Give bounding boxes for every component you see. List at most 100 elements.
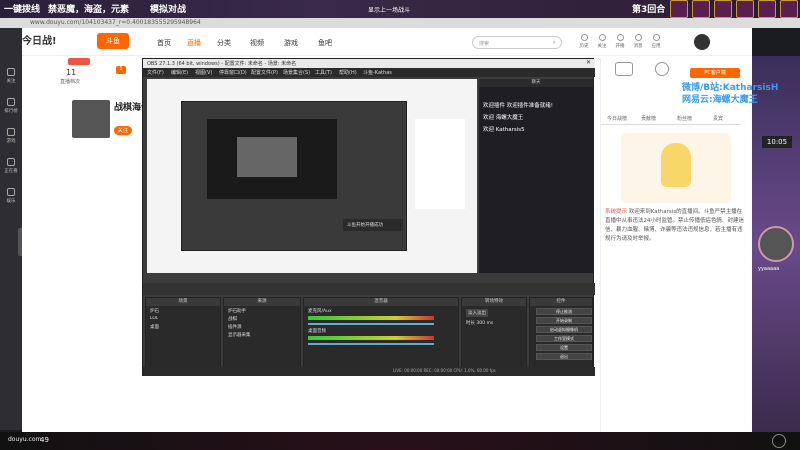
source-item[interactable]: 插件源 bbox=[228, 324, 242, 330]
room-rank: 直播档次 bbox=[60, 79, 81, 85]
menu-help[interactable]: 帮助(H) bbox=[339, 69, 357, 76]
sidebar-item-label: 娱乐 bbox=[6, 199, 16, 204]
close-icon[interactable]: ✕ bbox=[586, 59, 591, 66]
scene-item[interactable]: LOL bbox=[150, 316, 158, 321]
notice-label: 系统提示 bbox=[605, 209, 628, 215]
banner-mode: 模拟对战 bbox=[150, 5, 187, 15]
search-input[interactable]: 搜索 ⌕ bbox=[472, 36, 562, 49]
streamer-avatar[interactable] bbox=[72, 100, 110, 138]
avatar[interactable] bbox=[694, 34, 710, 50]
nav-category[interactable]: 分类 bbox=[217, 38, 231, 48]
obs-titlebar: OBS 27.1.3 (64 bit, windows) - 配置文件: 未命名… bbox=[143, 59, 595, 68]
game-icon bbox=[7, 128, 15, 136]
history-icon bbox=[580, 34, 588, 41]
broadcast-icon bbox=[616, 34, 624, 41]
start-recording-button[interactable]: 开始录制 bbox=[536, 317, 592, 324]
menu-profile[interactable]: 配置文件(P) bbox=[251, 69, 278, 76]
mascot-icon bbox=[661, 143, 691, 187]
sidebar-item-watch[interactable]: 正在看 bbox=[2, 156, 20, 178]
controls-dock: 控件 停止推流 开始录制 启动虚拟摄像机 工作室模式 设置 退出 bbox=[529, 297, 593, 373]
tab-vip[interactable]: 贵宾 bbox=[713, 115, 723, 122]
flag-icon bbox=[758, 0, 776, 18]
search-icon[interactable]: ⌕ bbox=[553, 39, 556, 47]
stop-stream-button[interactable]: 停止推流 bbox=[536, 308, 592, 315]
obs-menubar: 文件(F) 编辑(E) 视图(V) 停靠窗口(D) 配置文件(P) 场景集合(S… bbox=[143, 68, 595, 77]
flag-icon bbox=[780, 0, 798, 18]
notification-badge: 1 bbox=[116, 66, 126, 74]
controls-header: 控件 bbox=[530, 298, 592, 306]
scene-item[interactable]: 桌面 bbox=[150, 324, 159, 330]
douyu-logo[interactable]: 斗鱼 bbox=[97, 33, 129, 49]
tab-today[interactable]: 今日战榜 bbox=[607, 115, 627, 122]
settings-button[interactable]: 设置 bbox=[536, 344, 592, 351]
menu-dock[interactable]: 停靠窗口(D) bbox=[219, 69, 247, 76]
fun-icon bbox=[7, 188, 15, 196]
nav-fishbar[interactable]: 鱼吧 bbox=[318, 38, 332, 48]
transitions-dock: 转场特效 淡入淡出 时长 300 ms bbox=[461, 297, 527, 373]
virtual-camera-button[interactable]: 启动虚拟摄像机 bbox=[536, 326, 592, 333]
stream-screen: 一键拨线 禁恶魔，海盗，元素 模拟对战 显示上一场战斗 第3回合 www.dou… bbox=[0, 0, 800, 450]
event-timer: 10:05 bbox=[762, 136, 792, 148]
sidebar-item-rank[interactable]: 排行榜 bbox=[2, 96, 20, 118]
transition-duration[interactable]: 时长 300 ms bbox=[466, 320, 493, 326]
flag-icon bbox=[670, 0, 688, 18]
heart-icon bbox=[7, 68, 15, 76]
source-item[interactable]: 炉石助手 bbox=[228, 308, 246, 314]
url-bar[interactable]: www.douyu.com/104103437_r=0.400183555295… bbox=[0, 18, 800, 28]
tab-fans[interactable]: 粉丝榜 bbox=[677, 115, 692, 122]
history-button[interactable]: 历史 bbox=[576, 34, 592, 49]
banner-round: 第3回合 bbox=[632, 5, 666, 15]
player-avatar[interactable] bbox=[758, 226, 794, 262]
chat-message: 欢迎插件 欢迎插件准备就绪! bbox=[483, 103, 553, 109]
scene-item[interactable]: 炉石 bbox=[150, 308, 159, 314]
follow-button[interactable]: 关注 bbox=[594, 34, 610, 49]
mixer-channel-label: 麦克风/Aux bbox=[308, 309, 332, 314]
app-button[interactable]: 应用 bbox=[648, 34, 664, 49]
exit-button[interactable]: 退出 bbox=[536, 353, 592, 360]
url-text: www.douyu.com/104103437_r=0.400183555295… bbox=[30, 19, 201, 26]
volume-slider[interactable] bbox=[308, 323, 434, 325]
brand-text: douyu.com bbox=[8, 436, 42, 443]
transition-select[interactable]: 淡入淡出 bbox=[466, 309, 488, 317]
site-logo[interactable]: 今日战! bbox=[22, 32, 57, 47]
flag-icon bbox=[736, 0, 754, 18]
nav-live[interactable]: 直播 bbox=[187, 38, 201, 48]
nav-game[interactable]: 游戏 bbox=[284, 38, 298, 48]
obs-preview[interactable]: 斗鱼开始开播成功 bbox=[147, 79, 477, 273]
source-item[interactable]: 战棋 bbox=[228, 316, 237, 322]
event-sidebar: 10:05 yyaaaaa bbox=[752, 56, 800, 436]
menu-file[interactable]: 文件(F) bbox=[147, 69, 164, 76]
sidebar-item-fun[interactable]: 娱乐 bbox=[2, 186, 20, 208]
room-level: 11 bbox=[66, 68, 77, 77]
source-item[interactable]: 显示器采集 bbox=[228, 332, 251, 338]
broadcast-button[interactable]: 开播 bbox=[612, 34, 628, 49]
scenes-header: 场景 bbox=[146, 298, 220, 306]
settings-icon[interactable] bbox=[772, 434, 786, 448]
chat-message: 欢迎 Katharsis5 bbox=[483, 127, 525, 133]
message-button[interactable]: 消息 bbox=[630, 34, 646, 49]
tab-contribution[interactable]: 贡献榜 bbox=[641, 115, 656, 122]
more-icon[interactable] bbox=[655, 62, 669, 76]
rank-tabs: 今日战榜 贡献榜 粉丝榜 贵宾 bbox=[601, 113, 741, 125]
sidebar-item-follow[interactable]: 关注 bbox=[2, 66, 20, 88]
follow-button[interactable]: 关注 bbox=[114, 126, 133, 135]
mixer-header: 混音器 bbox=[304, 298, 458, 306]
volume-slider[interactable] bbox=[308, 343, 434, 345]
pc-client-button[interactable]: PC客户端 bbox=[690, 68, 740, 78]
sidebar-item-game[interactable]: 游戏 bbox=[2, 126, 20, 148]
bottom-bar: douyu.com 49 bbox=[0, 432, 800, 450]
menu-view[interactable]: 视图(V) bbox=[195, 69, 212, 76]
menu-tools[interactable]: 工具(T) bbox=[315, 69, 332, 76]
studio-mode-button[interactable]: 工作室模式 bbox=[536, 335, 592, 342]
nav-video[interactable]: 视频 bbox=[250, 38, 264, 48]
preview-caption: 斗鱼开始开播成功 bbox=[347, 223, 383, 228]
flag-icon bbox=[714, 0, 732, 18]
sidebar-item-label: 关注 bbox=[6, 79, 16, 84]
watch-icon bbox=[7, 158, 15, 166]
menu-edit[interactable]: 编辑(E) bbox=[171, 69, 188, 76]
menu-scene-collection[interactable]: 场景集合(S) bbox=[283, 69, 310, 76]
nav-home[interactable]: 首页 bbox=[157, 38, 171, 48]
clip-icon[interactable] bbox=[615, 62, 633, 76]
scenes-dock: 场景 炉石 LOL 桌面 bbox=[145, 297, 221, 373]
menu-douyu[interactable]: 斗鱼-Kathas bbox=[363, 69, 392, 76]
